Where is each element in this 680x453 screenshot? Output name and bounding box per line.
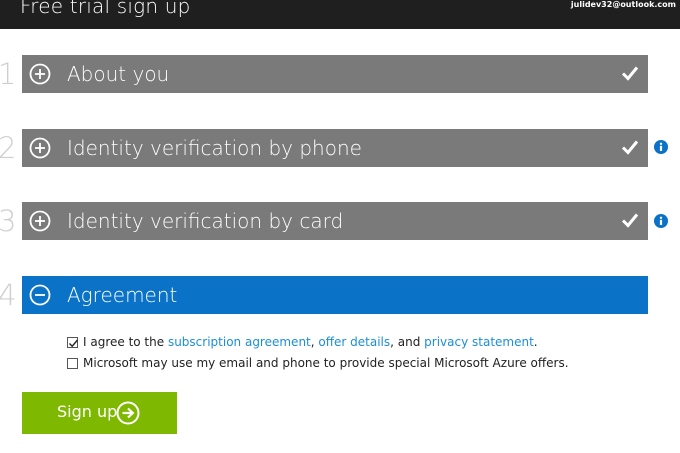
- section-label: Identity verification by card: [67, 209, 344, 233]
- arrow-right-circle-icon: [116, 401, 140, 425]
- step-number-3: 3: [0, 204, 17, 238]
- checkmark-icon: [621, 140, 639, 155]
- minus-circle-icon: [29, 284, 51, 306]
- privacy-statement-link[interactable]: privacy statement: [424, 335, 534, 349]
- offer-details-link[interactable]: offer details: [318, 335, 390, 349]
- page-title: Free trial sign up: [20, 0, 191, 18]
- offers-checkbox[interactable]: [67, 357, 78, 369]
- step-number-2: 2: [0, 131, 17, 165]
- terms-checkbox[interactable]: [67, 336, 79, 348]
- sign-up-button[interactable]: Sign up: [22, 392, 177, 434]
- terms-comma: ,: [310, 335, 319, 349]
- user-email[interactable]: julidev32@outlook.com: [571, 0, 676, 9]
- checkbox-check-icon: [69, 339, 79, 347]
- section-about-you[interactable]: About you: [22, 55, 648, 93]
- checkmark-icon: [621, 66, 639, 81]
- terms-and: , and: [390, 335, 425, 349]
- section-label: Identity verification by phone: [67, 136, 362, 160]
- terms-row: I agree to the subscription agreement, o…: [67, 334, 538, 350]
- terms-prefix: I agree to the: [83, 335, 168, 349]
- info-icon[interactable]: [654, 140, 668, 154]
- section-label: About you: [67, 62, 170, 86]
- section-agreement[interactable]: Agreement: [22, 276, 648, 314]
- plus-circle-icon: [29, 63, 51, 85]
- offers-row: Microsoft may use my email and phone to …: [67, 355, 569, 371]
- plus-circle-icon: [29, 210, 51, 232]
- step-number-4: 4: [0, 278, 17, 312]
- section-label: Agreement: [67, 283, 178, 307]
- offers-label: Microsoft may use my email and phone to …: [83, 356, 569, 370]
- checkmark-icon: [621, 213, 639, 228]
- section-card-verification[interactable]: Identity verification by card: [22, 202, 648, 240]
- info-icon[interactable]: [654, 214, 668, 228]
- top-bar: Free trial sign up julidev32@outlook.com: [0, 0, 680, 29]
- terms-suffix: .: [533, 335, 538, 349]
- subscription-agreement-link[interactable]: subscription agreement: [168, 335, 311, 349]
- step-number-1: 1: [0, 57, 17, 91]
- plus-circle-icon: [29, 137, 51, 159]
- sign-up-label: Sign up: [57, 402, 118, 421]
- section-phone-verification[interactable]: Identity verification by phone: [22, 129, 648, 167]
